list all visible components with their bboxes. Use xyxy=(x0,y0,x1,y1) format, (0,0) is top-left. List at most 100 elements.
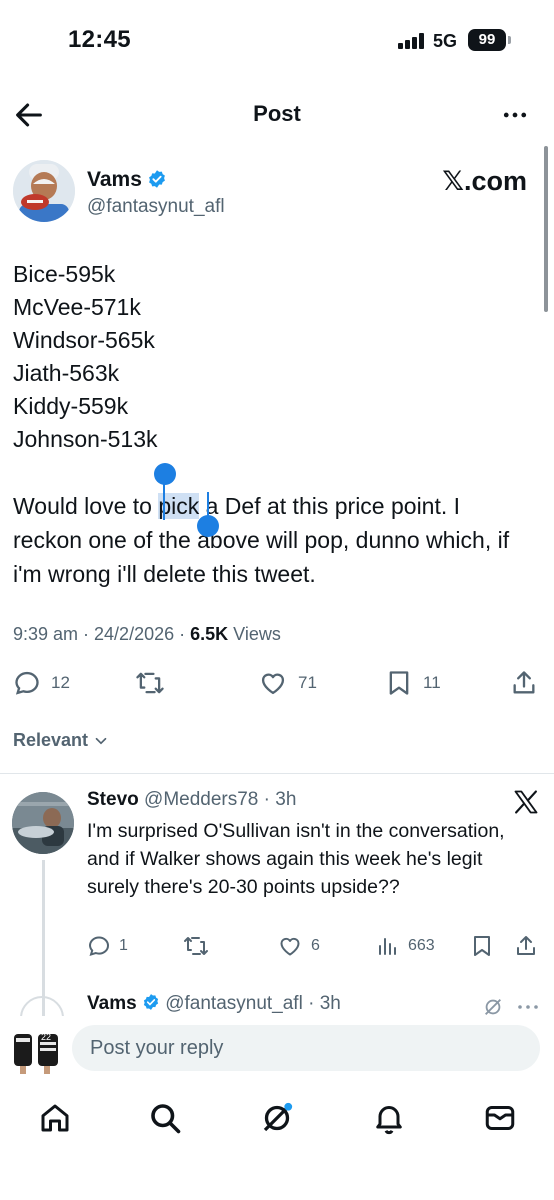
reply-avatar[interactable] xyxy=(12,792,74,854)
source-badge: 𝕏.com xyxy=(442,166,527,196)
page-title: Post xyxy=(253,101,301,126)
svg-text:22: 22 xyxy=(41,1032,51,1042)
bookmark-button[interactable]: 11 xyxy=(385,669,441,697)
home-icon xyxy=(41,1104,69,1132)
post-line: McVee-571k xyxy=(13,294,141,320)
avatar-image xyxy=(13,160,75,222)
reply-button[interactable]: 12 xyxy=(13,669,70,697)
battery-tip xyxy=(508,36,511,44)
reply-views-button[interactable]: 663 xyxy=(376,934,435,958)
share-icon xyxy=(517,936,535,955)
reply-text: I'm surprised O'Sullivan isn't in the co… xyxy=(87,820,505,898)
reply-like-count: 6 xyxy=(311,937,320,954)
reply-author-name[interactable]: Stevo xyxy=(87,789,139,810)
next-reply-avatar[interactable] xyxy=(20,996,64,1016)
bookmark-icon xyxy=(474,936,490,956)
x-logo-icon xyxy=(514,790,538,814)
reply-views-count: 663 xyxy=(408,937,435,954)
repost-icon xyxy=(136,672,164,694)
sort-label: Relevant xyxy=(13,730,89,750)
post-actions: 12 71 11 xyxy=(0,668,554,700)
bookmark-icon xyxy=(389,671,409,695)
divider xyxy=(0,773,554,774)
reply-bookmark-button[interactable] xyxy=(470,934,494,958)
post-author: Vams @fantasynut_afl 𝕏.com xyxy=(13,158,533,228)
reply-share-button[interactable] xyxy=(514,934,538,958)
signal-icon xyxy=(398,33,428,49)
reply-icon xyxy=(88,936,110,956)
reply-icon xyxy=(15,671,39,695)
sort-replies-button[interactable]: Relevant xyxy=(13,730,110,751)
post-line: Jiath-563k xyxy=(13,360,120,386)
share-icon xyxy=(513,671,535,694)
author-handle[interactable]: @fantasynut_afl xyxy=(87,196,225,218)
reply-item-partial[interactable]: Vams @fantasynut_afl · 3h xyxy=(0,992,554,1016)
next-reply-handle-time[interactable]: @fantasynut_afl · 3h xyxy=(160,993,341,1014)
post-para-line: i'm wrong i'll delete this tweet. xyxy=(13,561,316,587)
verified-badge-icon xyxy=(143,994,159,1010)
post-text-list: Bice-595k McVee-571k Windsor-565k Jiath-… xyxy=(13,258,541,456)
post-line: Windsor-565k xyxy=(13,327,155,353)
reply-handle-time[interactable]: @Medders78 · 3h xyxy=(139,789,296,810)
selection-end-handle[interactable] xyxy=(197,515,219,537)
reply-input[interactable]: Post your reply xyxy=(72,1025,540,1071)
reply-actions: 1 6 663 xyxy=(0,934,554,962)
reply-reply-button[interactable]: 1 xyxy=(87,934,128,958)
post-meta: 9:39 am · 24/2/2026 · 6.5K Views xyxy=(13,624,281,645)
next-reply-header: Vams @fantasynut_afl · 3h xyxy=(87,993,341,1015)
bookmark-count: 11 xyxy=(423,673,441,692)
reply-repost-button[interactable] xyxy=(182,934,210,958)
text-segment: a Def at this price point. I xyxy=(199,493,461,519)
post-line: Kiddy-559k xyxy=(13,393,129,419)
tab-notifications[interactable] xyxy=(371,1100,407,1136)
more-horizontal-icon[interactable] xyxy=(516,998,540,1016)
mail-icon xyxy=(485,1106,515,1130)
reply-composer: 22 Post your reply xyxy=(0,1016,554,1080)
avatar-image xyxy=(12,792,74,854)
scrollbar[interactable] xyxy=(544,146,548,312)
post-line: Bice-595k xyxy=(13,261,116,287)
reply-reply-count: 1 xyxy=(119,937,128,954)
reply-count: 12 xyxy=(51,673,70,692)
post-line: Johnson-513k xyxy=(13,426,158,452)
text-segment: Would love to xyxy=(13,493,159,519)
share-button[interactable] xyxy=(510,669,538,697)
post-text-paragraph[interactable]: Would love to pick a Def at this price p… xyxy=(13,489,541,591)
more-options-button[interactable] xyxy=(500,100,530,130)
grok-icon xyxy=(263,1102,293,1132)
heart-icon xyxy=(261,673,285,695)
like-button[interactable]: 71 xyxy=(258,669,317,697)
views-chart-icon xyxy=(379,938,396,955)
avatar-image: 22 xyxy=(10,1024,62,1076)
verified-badge-icon xyxy=(149,170,165,188)
bell-icon xyxy=(376,1106,402,1135)
tab-search[interactable] xyxy=(147,1100,183,1136)
user-avatar[interactable]: 22 xyxy=(10,1024,62,1076)
post-para-line: reckon one of the above will pop, dunno … xyxy=(13,527,510,553)
next-reply-author[interactable]: Vams xyxy=(87,993,137,1014)
status-time: 12:45 xyxy=(68,26,131,53)
reply-header: Stevo @Medders78 · 3h xyxy=(87,789,296,811)
repost-button[interactable] xyxy=(134,669,166,697)
status-bar: 12:45 5G 99 xyxy=(0,0,554,84)
search-icon xyxy=(151,1104,181,1134)
views-label: Views xyxy=(228,624,281,644)
post-header: Post xyxy=(0,88,554,140)
reply-like-button[interactable]: 6 xyxy=(277,934,320,958)
tab-home[interactable] xyxy=(37,1100,73,1136)
chevron-down-icon xyxy=(95,737,107,744)
author-avatar[interactable] xyxy=(13,160,75,222)
grok-icon[interactable] xyxy=(482,996,504,1016)
heart-icon xyxy=(280,937,300,956)
bottom-tab-bar xyxy=(0,1080,554,1200)
tab-grok[interactable] xyxy=(259,1100,295,1136)
network-type: 5G xyxy=(433,31,458,51)
author-name[interactable]: Vams xyxy=(87,168,142,192)
more-horizontal-icon xyxy=(503,112,527,118)
tab-messages[interactable] xyxy=(482,1100,518,1136)
post-para-line: Would love to pick a Def at this price p… xyxy=(13,489,541,523)
post-timestamp: 9:39 am · 24/2/2026 · xyxy=(13,624,191,644)
selection-start-handle[interactable] xyxy=(154,463,176,485)
repost-icon xyxy=(184,937,208,955)
battery-icon: 99 xyxy=(468,29,506,51)
